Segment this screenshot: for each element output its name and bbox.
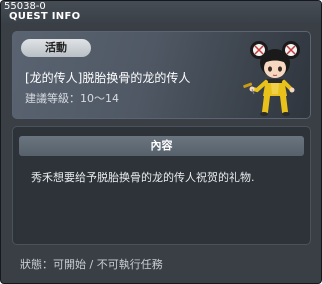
description-header: 內容 [19, 136, 304, 156]
title-bar[interactable]: 55038-0 QUEST INFO [1, 1, 321, 23]
description-panel: 內容 秀禾想要给予脱胎换骨的龙的传人祝贺的礼物. [12, 126, 311, 245]
quest-summary-panel: 活動 [龙的传人]脱胎换骨的龙的传人 建議等級：10～14 [12, 31, 311, 119]
window-title: QUEST INFO [9, 11, 81, 22]
description-text: 秀禾想要给予脱胎换骨的龙的传人祝贺的礼物. [31, 171, 255, 184]
npc-portrait-icon [243, 41, 300, 116]
quest-name: [龙的传人]脱胎换骨的龙的传人 [25, 71, 191, 85]
quest-status: 狀態：可開始 / 不可執行任務 [20, 258, 163, 271]
category-badge: 活動 [21, 39, 91, 57]
level-requirement: 建議等級：10～14 [25, 92, 119, 105]
quest-info-window: 55038-0 QUEST INFO 活動 [龙的传人]脱胎换骨的龙的传人 建議… [0, 0, 322, 284]
